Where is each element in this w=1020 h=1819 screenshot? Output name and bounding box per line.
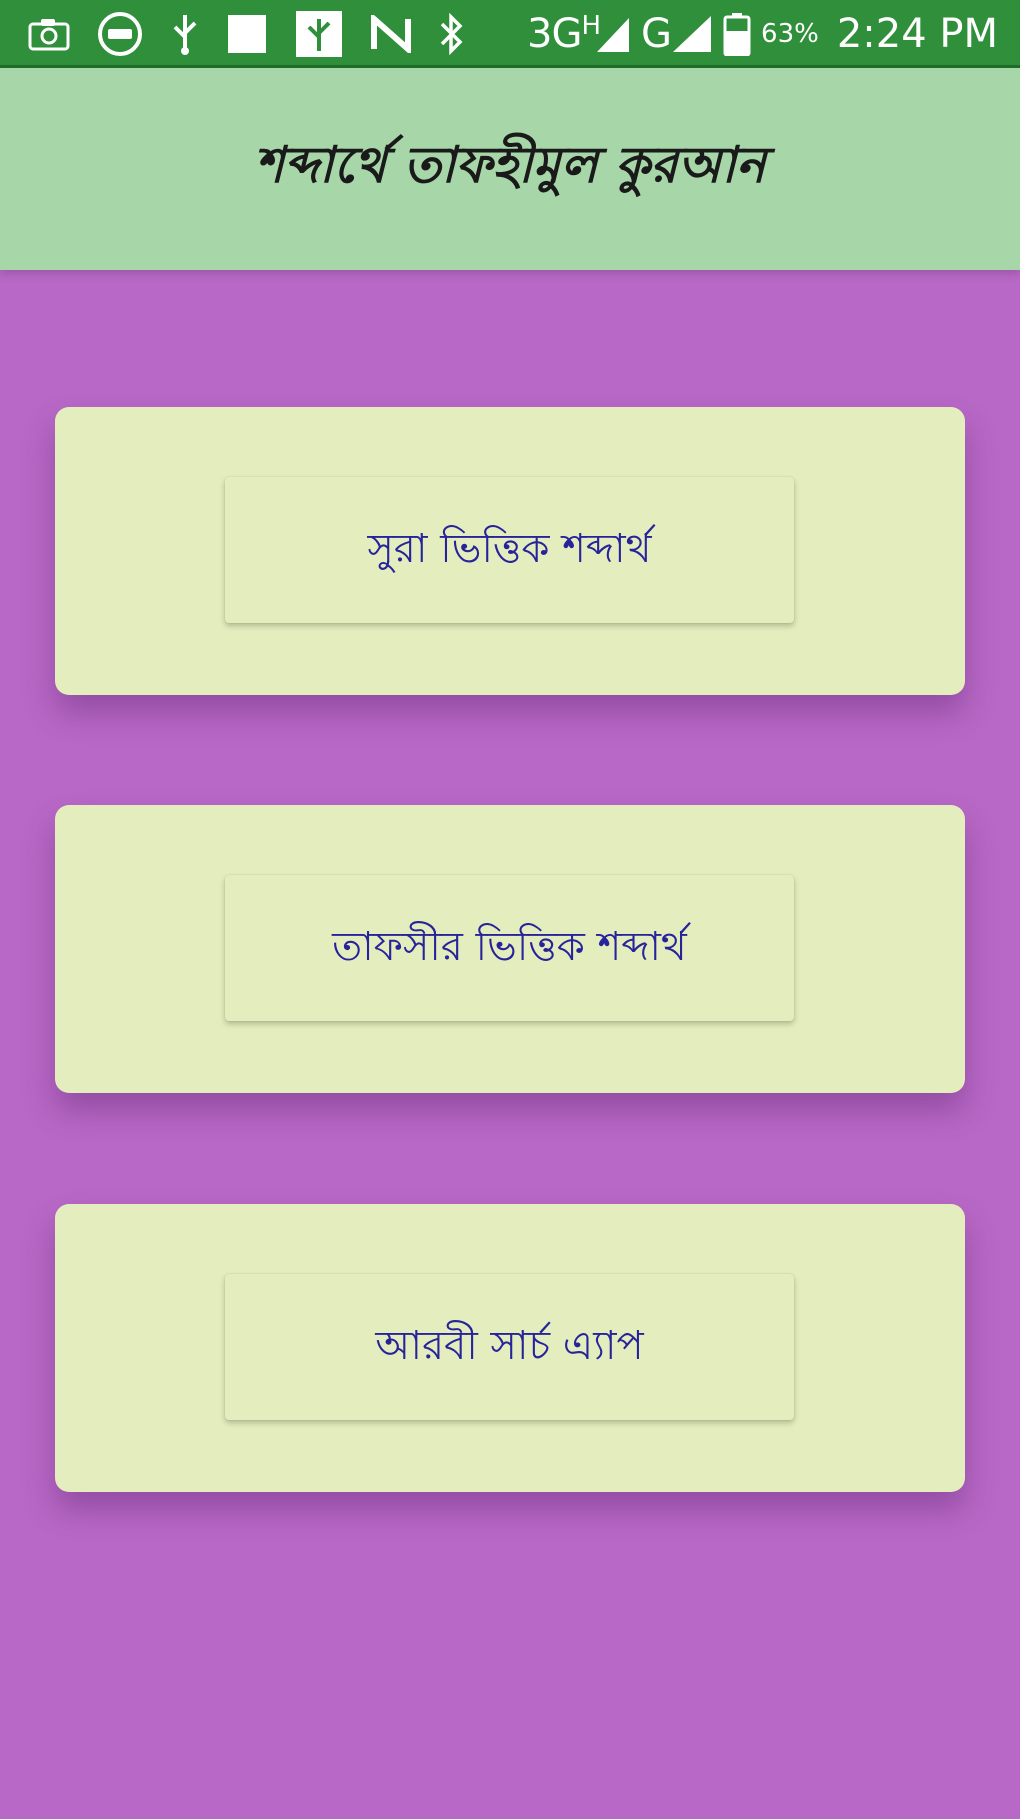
status-time: 2:24 PM	[836, 11, 998, 57]
camera-icon	[28, 17, 70, 51]
app-title: শব্দার্থে তাফহীমুল কুরআন	[254, 134, 766, 194]
app-bar: শব্দার্থে তাফহীমুল কুরআন	[0, 68, 1020, 270]
status-bar: 3G H G 63% 2:24 PM	[0, 0, 1020, 68]
network-g-label: G	[641, 11, 672, 57]
menu-card-tafsir: তাফসীর ভিত্তিক শব্দার্থ	[55, 805, 965, 1093]
signal-g-icon: G	[641, 11, 713, 57]
battery-icon	[723, 12, 751, 56]
bluetooth-icon	[438, 12, 464, 56]
status-bar-notifications	[28, 10, 464, 58]
menu-card-arabic-search: আরবী সার্চ এ্যাপ	[55, 1204, 965, 1492]
sim-toolkit-icon	[294, 9, 344, 59]
network-3g-label: 3G	[527, 11, 582, 57]
nfc-icon	[370, 15, 412, 53]
sura-wordmeaning-button[interactable]: সুরা ভিত্তিক শব্দার্থ	[225, 477, 794, 623]
battery-percent: 63%	[761, 19, 819, 49]
tafsir-wordmeaning-button[interactable]: তাফসীর ভিত্তিক শব্দার্থ	[225, 875, 794, 1021]
square-notification-icon	[226, 13, 268, 55]
signal-3g-icon: 3G H	[527, 11, 631, 57]
menu-card-sura: সুরা ভিত্তিক শব্দার্থ	[55, 407, 965, 695]
arabic-search-app-button[interactable]: আরবী সার্চ এ্যাপ	[225, 1274, 794, 1420]
status-bar-system: 3G H G 63% 2:24 PM	[527, 10, 998, 58]
data-saver-icon	[96, 10, 144, 58]
usb-icon	[170, 11, 200, 57]
